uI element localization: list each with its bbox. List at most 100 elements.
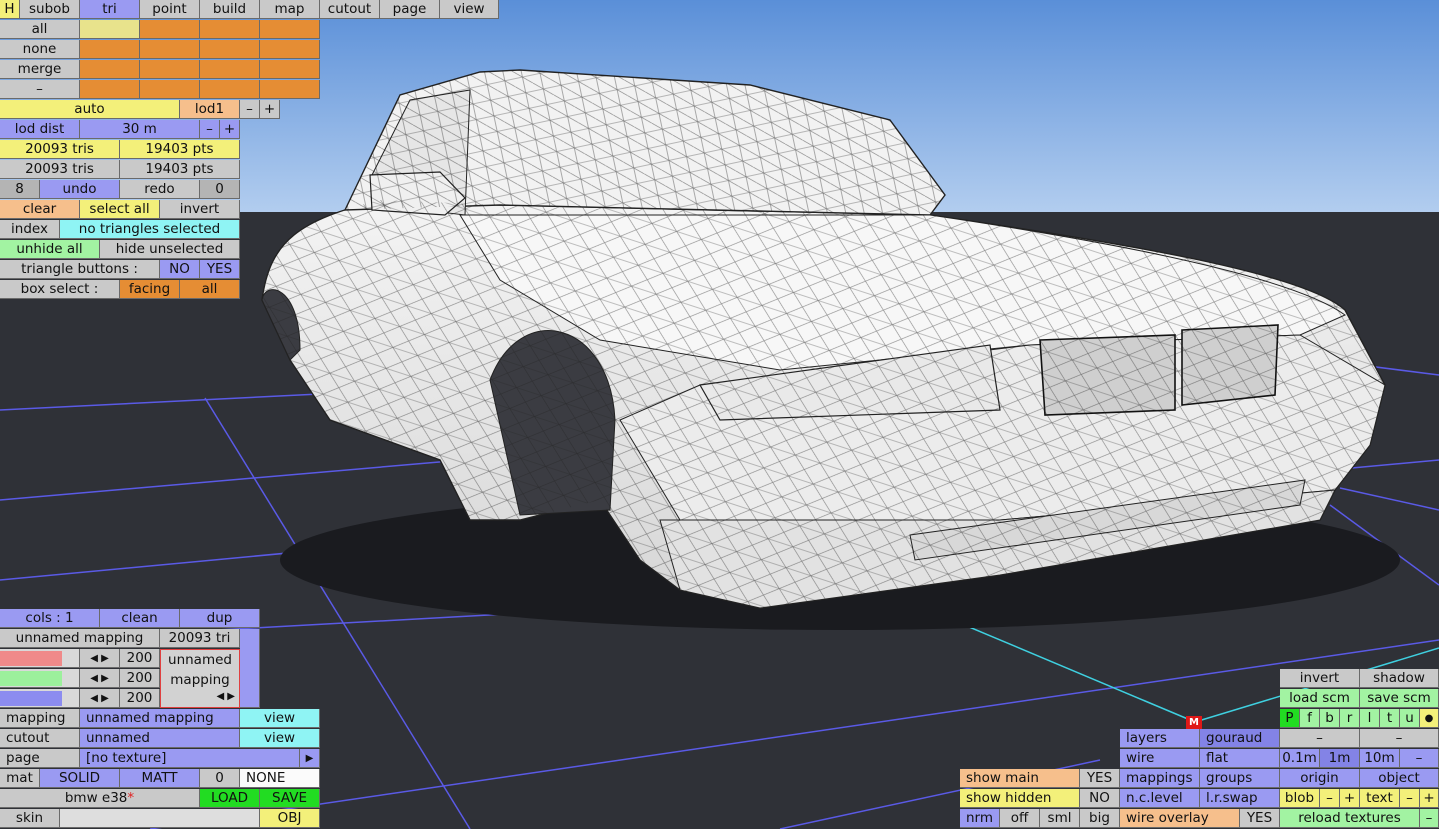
tab-page[interactable]: page [380,0,440,19]
unhide-all-button[interactable]: unhide all [0,240,100,259]
lod-dist-value[interactable]: 30 m [80,120,200,139]
triangle-buttons-no[interactable]: NO [160,260,200,279]
wire-overlay-toggle[interactable]: YES [1240,809,1280,828]
groups-button[interactable]: groups [1200,769,1280,788]
blob-button[interactable]: blob [1280,789,1320,808]
cols-button[interactable]: cols : 1 [0,609,100,628]
selection-slot[interactable] [200,20,260,39]
cutout-view-button[interactable]: view [240,729,320,748]
flag-p[interactable]: P [1280,709,1300,728]
show-hidden-label[interactable]: show hidden [960,789,1080,808]
flag-b[interactable]: b [1320,709,1340,728]
flag-f[interactable]: f [1300,709,1320,728]
view-marker[interactable]: M [1186,716,1202,729]
lod-dist-plus-button[interactable]: + [220,120,240,139]
green-slider[interactable] [0,669,80,688]
save-scm-button[interactable]: save scm [1360,689,1439,708]
green-value[interactable]: 200 [120,669,160,688]
tab-h[interactable]: H [0,0,20,19]
lod-plus-button[interactable]: + [260,100,280,119]
mapping-name[interactable]: unnamed mapping [0,629,160,648]
flat-button[interactable]: flat [1200,749,1280,768]
skin-field[interactable] [60,809,260,828]
lod-level[interactable]: lod1 [180,100,240,119]
invert-selection-button[interactable]: invert [160,200,240,219]
cutout-value[interactable]: unnamed [80,729,240,748]
gouraud-button[interactable]: gouraud [1200,729,1280,748]
minus-button[interactable]: – [1280,729,1360,748]
mapping-value[interactable]: unnamed mapping [80,709,240,728]
selection-slot[interactable] [140,20,200,39]
redo-button[interactable]: redo [120,180,200,199]
normals-off-button[interactable]: off [1000,809,1040,828]
dup-button[interactable]: dup [180,609,260,628]
step-0-1m[interactable]: 0.1m [1280,749,1320,768]
subtract-button[interactable]: – [0,80,80,99]
blue-slider[interactable] [0,689,80,708]
selection-slot[interactable] [200,40,260,59]
index-button[interactable]: index [0,220,60,239]
triangle-buttons-yes[interactable]: YES [200,260,240,279]
lod-auto-button[interactable]: auto [0,100,180,119]
flag-u[interactable]: u [1400,709,1420,728]
selection-slot[interactable] [260,80,320,99]
reload-textures-button[interactable]: reload textures [1280,809,1420,828]
load-button[interactable]: LOAD [200,789,260,808]
load-scm-button[interactable]: load scm [1280,689,1360,708]
normals-sml-button[interactable]: sml [1040,809,1080,828]
selection-slot[interactable] [140,80,200,99]
selection-slot[interactable] [260,40,320,59]
selection-slot[interactable] [200,60,260,79]
red-slider[interactable] [0,649,80,668]
selection-slot[interactable] [260,60,320,79]
selection-slot[interactable] [80,20,140,39]
lod-minus-button[interactable]: – [240,100,260,119]
save-button[interactable]: SAVE [260,789,320,808]
selection-slot[interactable] [80,60,140,79]
box-select-facing[interactable]: facing [120,280,180,299]
blue-arrows[interactable]: ◀ ▶ [80,689,120,708]
object-button[interactable]: object [1360,769,1439,788]
show-hidden-toggle[interactable]: NO [1080,789,1120,808]
normals-big-button[interactable]: big [1080,809,1120,828]
selection-slot[interactable] [80,40,140,59]
tab-map[interactable]: map [260,0,320,19]
clear-button[interactable]: clear [0,200,80,219]
wire-button[interactable]: wire [1120,749,1200,768]
blob-plus[interactable]: + [1340,789,1360,808]
mapping-preview[interactable]: unnamed mapping ◀ ▶ [160,649,240,708]
mapping-view-button[interactable]: view [240,709,320,728]
merge-button[interactable]: merge [0,60,80,79]
text-button[interactable]: text [1360,789,1400,808]
red-value[interactable]: 200 [120,649,160,668]
mat-number[interactable]: 0 [200,769,240,788]
select-all-button[interactable]: all [0,20,80,39]
minus-button[interactable]: – [1360,729,1439,748]
nc-level-button[interactable]: n.c.level [1120,789,1200,808]
tab-tri[interactable]: tri [80,0,140,19]
tab-subob[interactable]: subob [20,0,80,19]
mappings-button[interactable]: mappings [1120,769,1200,788]
mat-matt-button[interactable]: MATT [120,769,200,788]
right-invert-button[interactable]: invert [1280,669,1360,688]
green-arrows[interactable]: ◀ ▶ [80,669,120,688]
tab-view[interactable]: view [440,0,499,19]
selection-slot[interactable] [140,60,200,79]
tab-cutout[interactable]: cutout [320,0,380,19]
selection-slot[interactable] [260,20,320,39]
origin-button[interactable]: origin [1280,769,1360,788]
page-value[interactable]: [no texture] [80,749,300,768]
blob-minus[interactable]: – [1320,789,1340,808]
selection-slot[interactable] [200,80,260,99]
mapping-scrollbar[interactable] [240,629,260,708]
text-minus[interactable]: – [1400,789,1420,808]
obj-button[interactable]: OBJ [260,809,320,828]
page-next-arrow-icon[interactable]: ▶ [300,749,320,768]
flag-r[interactable]: r [1340,709,1360,728]
normals-nrm-button[interactable]: nrm [960,809,1000,828]
selection-slot[interactable] [80,80,140,99]
clean-button[interactable]: clean [100,609,180,628]
lr-swap-button[interactable]: l.r.swap [1200,789,1280,808]
step-1m[interactable]: 1m [1320,749,1360,768]
wire-overlay-label[interactable]: wire overlay [1120,809,1240,828]
